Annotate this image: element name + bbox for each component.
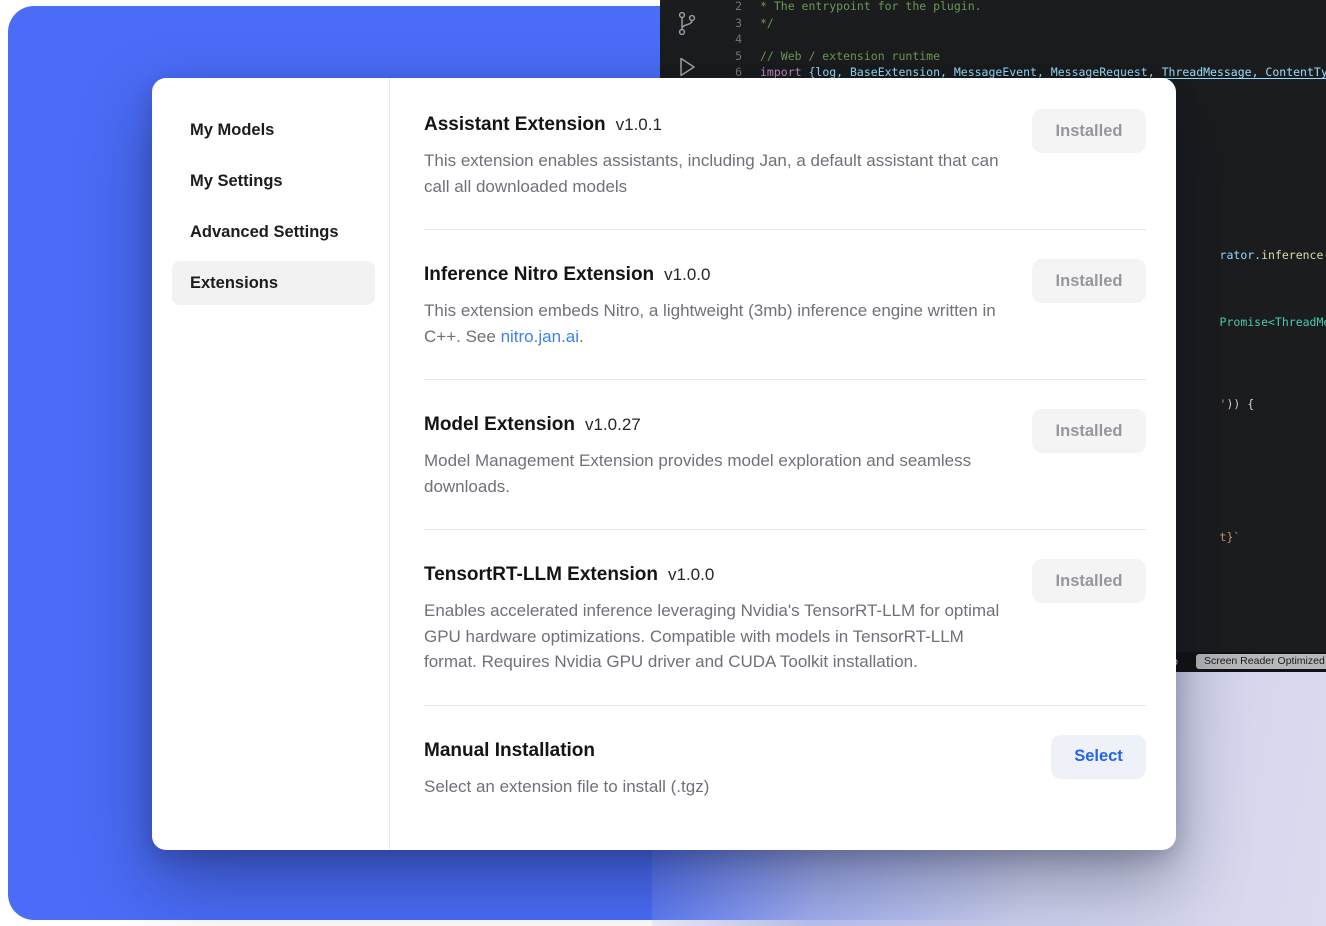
extension-row-assistant: Assistant Extensionv1.0.1 This extension… [424,78,1146,230]
settings-modal: My Models My Settings Advanced Settings … [152,78,1176,850]
code-line: 3 */ [660,15,774,32]
extension-description: This extension embeds Nitro, a lightweig… [424,298,1002,349]
sidebar-item-advanced-settings[interactable]: Advanced Settings [172,210,375,254]
extension-description: This extension enables assistants, inclu… [424,148,1002,199]
extension-title: TensortRT-LLM Extensionv1.0.0 [424,561,1002,589]
extension-row-inference-nitro: Inference Nitro Extensionv1.0.0 This ext… [424,230,1146,380]
code-line: 5 // Web / extension runtime [660,48,940,65]
extension-row-model: Model Extensionv1.0.27 Model Management … [424,380,1146,530]
extensions-panel: Assistant Extensionv1.0.1 This extension… [390,78,1176,850]
installed-button[interactable]: Installed [1032,559,1146,603]
extension-version: v1.0.0 [668,565,714,584]
extension-title: Inference Nitro Extensionv1.0.0 [424,261,1002,289]
extension-row-tensorrt-llm: TensortRT-LLM Extensionv1.0.0 Enables ac… [424,530,1146,706]
sidebar-item-my-settings[interactable]: My Settings [172,159,375,203]
sidebar-item-extensions[interactable]: Extensions [172,261,375,305]
code-fragment: ')) { [1178,379,1254,429]
extension-description: Model Management Extension provides mode… [424,448,1002,499]
extension-version: v1.0.0 [664,265,710,284]
nitro-jan-ai-link[interactable]: nitro.jan.ai [501,327,579,346]
extension-title: Assistant Extensionv1.0.1 [424,111,1002,139]
installed-button[interactable]: Installed [1032,259,1146,303]
code-fragment: t}` [1178,512,1240,562]
code-line: 4 [660,31,760,48]
extension-version: v1.0.1 [616,115,662,134]
sidebar-item-my-models[interactable]: My Models [172,108,375,152]
line-number: 4 [660,31,760,48]
line-number: 5 [660,48,760,65]
line-number: 2 [660,0,760,15]
desktop-background: 2 * The entrypoint for the plugin. 3 */ … [0,0,1326,926]
code-fragment: Promise<ThreadMessage> [1178,297,1326,347]
code-line: 2 * The entrypoint for the plugin. [660,0,982,15]
extension-version: v1.0.27 [585,415,641,434]
line-number: 3 [660,15,760,32]
manual-installation-description: Select an extension file to install (.tg… [424,774,709,800]
screen-reader-status-badge[interactable]: Screen Reader Optimized [1196,654,1326,669]
manual-installation-title: Manual Installation [424,737,709,765]
settings-sidebar: My Models My Settings Advanced Settings … [152,78,390,850]
code-fragment: rator.inference(data)); [1178,230,1326,280]
installed-button[interactable]: Installed [1032,109,1146,153]
manual-installation-row: Manual Installation Select an extension … [424,706,1146,824]
select-file-button[interactable]: Select [1051,735,1146,779]
installed-button[interactable]: Installed [1032,409,1146,453]
extension-description: Enables accelerated inference leveraging… [424,598,1002,675]
extension-title: Model Extensionv1.0.27 [424,411,1002,439]
